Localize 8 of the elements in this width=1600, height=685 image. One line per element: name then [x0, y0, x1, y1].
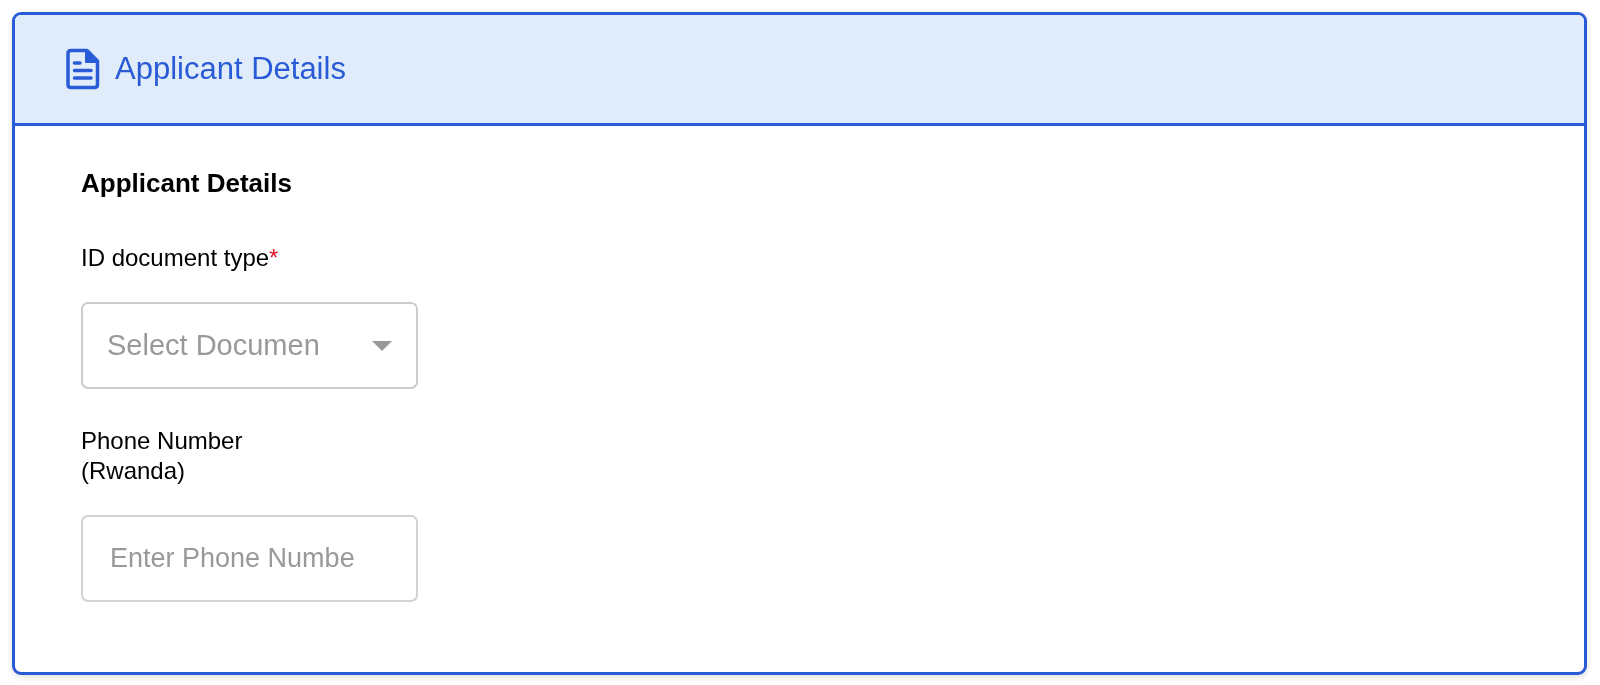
field-label: Phone Number (Rwanda) [81, 426, 244, 486]
field-label: ID document type* [81, 243, 279, 273]
phone-number-input[interactable]: Enter Phone Numbe [81, 515, 418, 602]
panel-title: Applicant Details [115, 50, 346, 88]
section-heading: Applicant Details [81, 167, 292, 199]
document-type-select[interactable]: Select Documen [81, 302, 418, 389]
caret-down-icon [372, 340, 392, 351]
document-icon [66, 48, 100, 90]
